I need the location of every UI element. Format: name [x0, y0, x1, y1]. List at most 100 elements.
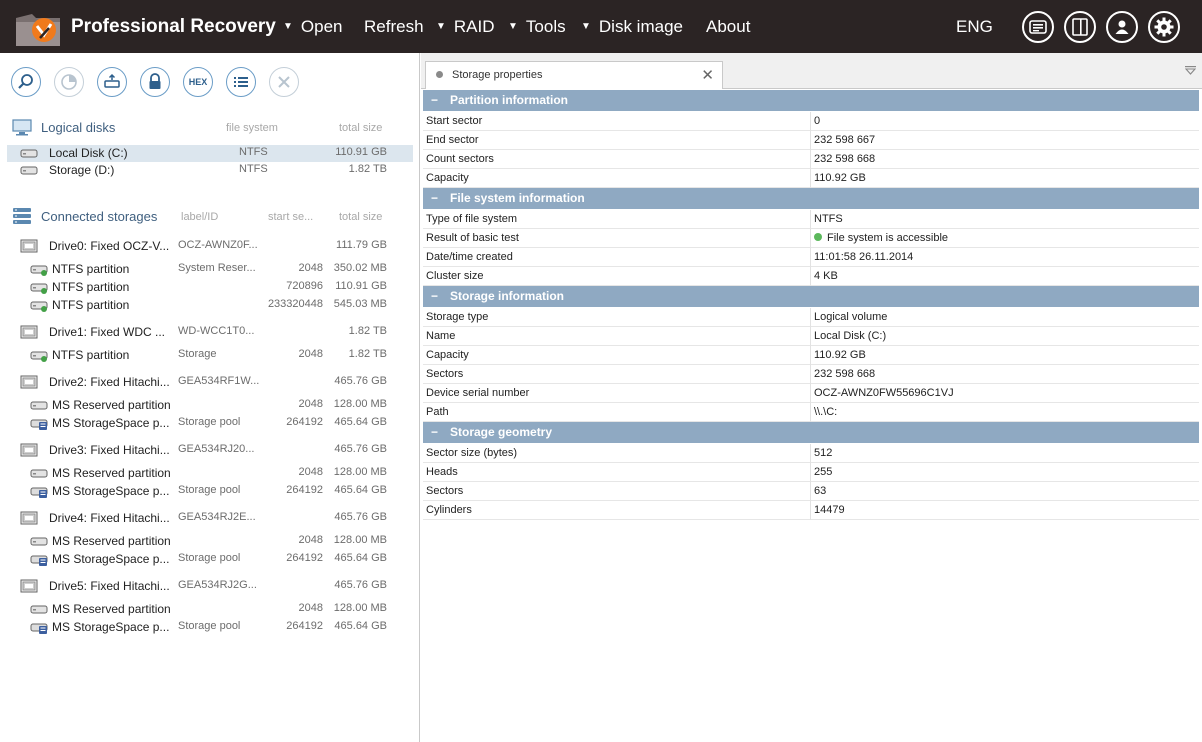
partition-size: 465.64 GB — [334, 484, 387, 496]
user-button[interactable] — [1106, 11, 1138, 43]
partition-row[interactable]: MS StorageSpace p... Storage pool 264192 46… — [7, 415, 413, 432]
property-row[interactable]: Sector size (bytes) 512 — [423, 444, 1199, 463]
drive-row[interactable]: Drive2: Fixed Hitachi... GEA534RF1W... 465… — [7, 374, 413, 391]
column-divider — [810, 229, 811, 248]
drive-row[interactable]: Drive0: Fixed OCZ-V... OCZ-AWNZ0F... 111.7… — [7, 238, 413, 255]
partition-name: MS StorageSpace p... — [52, 552, 170, 566]
panel-toggle-button[interactable] — [1064, 11, 1096, 43]
property-row[interactable]: Count sectors 232 598 668 — [423, 150, 1199, 169]
property-key: Cluster size — [426, 270, 484, 282]
logical-disk-fs: NTFS — [239, 146, 268, 158]
create-image-button[interactable] — [97, 67, 127, 97]
drive-size: 465.76 GB — [334, 375, 387, 387]
col-start-sector: start se... — [268, 211, 314, 223]
close-storage-button[interactable] — [269, 67, 299, 97]
property-key: Start sector — [426, 115, 483, 127]
partition-start-sector: 2048 — [298, 348, 323, 360]
group-header[interactable]: − File system information — [423, 188, 1199, 209]
collapse-icon[interactable]: − — [431, 191, 438, 205]
property-row[interactable]: Sectors 63 — [423, 482, 1199, 501]
partition-row[interactable]: MS StorageSpace p... Storage pool 264192 46… — [7, 483, 413, 500]
drive-row[interactable]: Drive5: Fixed Hitachi... GEA534RJ2G... 465… — [7, 578, 413, 595]
settings-button[interactable] — [1148, 11, 1180, 43]
logical-disk-row[interactable]: Local Disk (C:) NTFS 110.91 GB — [7, 145, 413, 162]
property-key: Heads — [426, 466, 458, 478]
property-value-cell: 232 598 668 — [814, 153, 875, 165]
user-icon — [1115, 20, 1129, 34]
property-row[interactable]: Storage type Logical volume — [423, 308, 1199, 327]
partition-row[interactable]: MS Reserved partition 2048 128.00 MB — [7, 533, 413, 550]
partition-row[interactable]: NTFS partition Storage 2048 1.82 TB — [7, 347, 413, 364]
menu-raid[interactable]: ▼ RAID — [436, 17, 495, 37]
hex-button[interactable]: HEX — [183, 67, 213, 97]
group-header[interactable]: − Storage geometry — [423, 422, 1199, 443]
group-header[interactable]: − Storage information — [423, 286, 1199, 307]
property-row[interactable]: Result of basic test File system is acces… — [423, 229, 1199, 248]
app-logo-icon — [16, 14, 60, 46]
menu-tools[interactable]: ▼ Tools — [508, 17, 566, 37]
tab-storage-properties[interactable]: Storage properties ✕ — [425, 61, 723, 89]
partition-row[interactable]: MS Reserved partition 2048 128.00 MB — [7, 601, 413, 618]
partition-start-sector: 264192 — [286, 484, 323, 496]
property-key: Count sectors — [426, 153, 494, 165]
partition-start-sector: 2048 — [298, 602, 323, 614]
list-button[interactable] — [226, 67, 256, 97]
partition-size: 465.64 GB — [334, 552, 387, 564]
property-row[interactable]: Path \\.\C: — [423, 403, 1199, 422]
partition-row[interactable]: NTFS partition 720896 110.91 GB — [7, 279, 413, 296]
property-row[interactable]: Date/time created 11:01:58 26.11.2014 — [423, 248, 1199, 267]
partition-name: MS StorageSpace p... — [52, 620, 170, 634]
partition-row[interactable]: NTFS partition System Reser... 2048 350.02 … — [7, 261, 413, 278]
search-button[interactable] — [11, 67, 41, 97]
partition-row[interactable]: MS Reserved partition 2048 128.00 MB — [7, 465, 413, 482]
partition-row[interactable]: MS StorageSpace p... Storage pool 264192 46… — [7, 619, 413, 636]
group-header[interactable]: − Partition information — [423, 90, 1199, 111]
drive-row[interactable]: Drive1: Fixed WDC ... WD-WCC1T0... 1.82 TB — [7, 324, 413, 341]
drive-row[interactable]: Drive4: Fixed Hitachi... GEA534RJ2E... 465… — [7, 510, 413, 527]
menu-about[interactable]: About — [706, 17, 750, 37]
property-value-cell: 0 — [814, 115, 820, 127]
tab-close-icon[interactable]: ✕ — [701, 66, 714, 84]
col-file-system: file system — [226, 122, 278, 134]
logical-disk-name: Local Disk (C:) — [49, 146, 128, 160]
property-row[interactable]: Capacity 110.92 GB — [423, 346, 1199, 365]
column-divider — [810, 248, 811, 267]
language-selector[interactable]: ENG — [956, 17, 993, 37]
column-divider — [810, 267, 811, 286]
drive-name: Drive4: Fixed Hitachi... — [49, 511, 170, 525]
column-divider — [810, 169, 811, 188]
property-row[interactable]: Cylinders 14479 — [423, 501, 1199, 520]
partition-row[interactable]: MS Reserved partition 2048 128.00 MB — [7, 397, 413, 414]
logical-disk-row[interactable]: Storage (D:) NTFS 1.82 TB — [7, 162, 413, 179]
drive-row[interactable]: Drive3: Fixed Hitachi... GEA534RJ20... 465… — [7, 442, 413, 459]
property-row[interactable]: Name Local Disk (C:) — [423, 327, 1199, 346]
partition-row[interactable]: NTFS partition 233320448 545.03 MB — [7, 297, 413, 314]
property-row[interactable]: Heads 255 — [423, 463, 1199, 482]
property-row[interactable]: Sectors 232 598 668 — [423, 365, 1199, 384]
encryption-button[interactable] — [140, 67, 170, 97]
partition-icon — [30, 398, 48, 415]
messages-button[interactable] — [1022, 11, 1054, 43]
scan-button[interactable] — [54, 67, 84, 97]
property-row[interactable]: Capacity 110.92 GB — [423, 169, 1199, 188]
menu-disk-image[interactable]: ▼ Disk image — [581, 17, 683, 37]
property-row[interactable]: Device serial number OCZ-AWNZ0FW55696C1VJ — [423, 384, 1199, 403]
tab-menu-icon[interactable] — [1185, 66, 1196, 75]
collapse-icon[interactable]: − — [431, 425, 438, 439]
collapse-icon[interactable]: − — [431, 289, 438, 303]
partition-row[interactable]: MS StorageSpace p... Storage pool 264192 46… — [7, 551, 413, 568]
column-divider — [810, 112, 811, 131]
logical-disk-fs: NTFS — [239, 163, 268, 175]
drive-size: 465.76 GB — [334, 443, 387, 455]
list-icon — [234, 77, 248, 87]
menu-caret-icon: ▼ — [581, 21, 591, 32]
properties-panel: Storage properties ✕ − Partition informat… — [421, 53, 1202, 742]
property-row[interactable]: Start sector 0 — [423, 112, 1199, 131]
property-row[interactable]: End sector 232 598 667 — [423, 131, 1199, 150]
menu-refresh[interactable]: Refresh — [364, 17, 424, 37]
drive-size: 1.82 TB — [348, 325, 387, 337]
menu-open[interactable]: ▼ Open — [283, 17, 343, 37]
collapse-icon[interactable]: − — [431, 93, 438, 107]
property-row[interactable]: Type of file system NTFS — [423, 210, 1199, 229]
property-row[interactable]: Cluster size 4 KB — [423, 267, 1199, 286]
